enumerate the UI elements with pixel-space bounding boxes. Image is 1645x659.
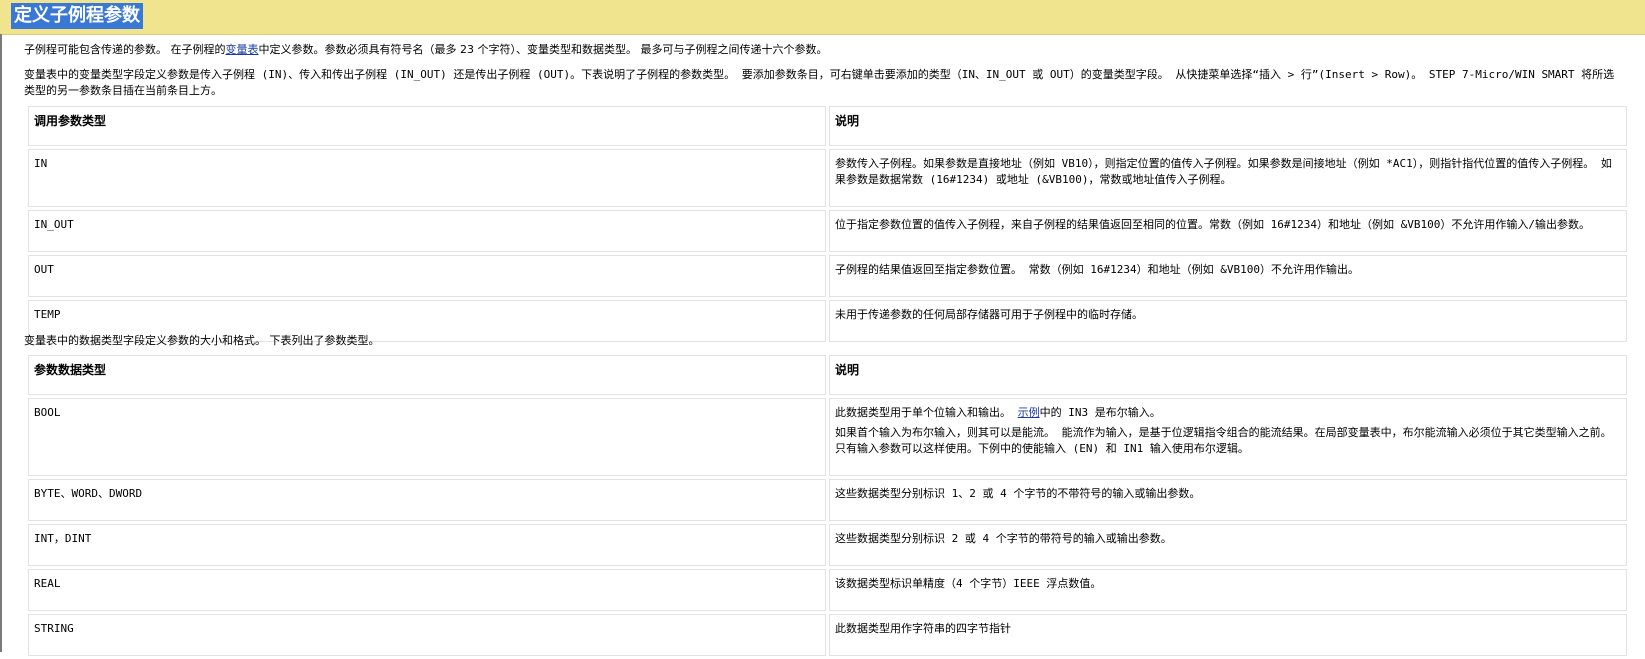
call-parameter-type-table: 调用参数类型 说明 IN 参数传入子例程。如果参数是直接地址（例如 VB10），… (25, 103, 1630, 345)
description-line: 此数据类型用于单个位输入和输出。 示例中的 IN3 是布尔输入。 (835, 405, 1621, 421)
column-header-description: 说明 (829, 106, 1627, 146)
description-text: 中的 IN3 是布尔输入。 (1039, 406, 1161, 419)
description-cell: 位于指定参数位置的值传入子例程，来自子例程的结果值返回至相同的位置。常数（例如 … (829, 210, 1627, 252)
table-row: IN 参数传入子例程。如果参数是直接地址（例如 VB10），则指定位置的值传入子… (28, 149, 1627, 207)
description-cell: 该数据类型标识单精度（4 个字节）IEEE 浮点数值。 (829, 569, 1627, 611)
page-title: 定义子例程参数 (11, 3, 143, 29)
table-header-row: 调用参数类型 说明 (28, 106, 1627, 146)
description-text: 此数据类型用于单个位输入和输出。 (835, 406, 1018, 419)
data-type-cell: REAL (28, 569, 826, 611)
table-row: INT，DINT 这些数据类型分别标识 2 或 4 个字节的带符号的输入或输出参… (28, 524, 1627, 566)
left-border (0, 34, 2, 652)
intro-text: 子例程可能包含传递的参数。 在子例程的 (24, 43, 226, 56)
description-cell: 子例程的结果值返回至指定参数位置。 常数（例如 16#1234）和地址（例如 &… (829, 255, 1627, 297)
column-header-type: 参数数据类型 (28, 355, 826, 395)
column-header-description: 说明 (829, 355, 1627, 395)
param-type-cell: OUT (28, 255, 826, 297)
page-header: 定义子例程参数 (0, 0, 1645, 35)
intro-paragraph-2: 变量表中的变量类型字段定义参数是传入子例程 (IN)、传入和传出子例程 (IN_… (24, 68, 1615, 97)
param-type-cell: IN (28, 149, 826, 207)
intro-text: 中定义参数。参数必须具有符号名（最多 23 个字符）、变量类型和数据类型。 最多… (258, 43, 828, 56)
data-type-cell: BYTE、WORD、DWORD (28, 479, 826, 521)
example-link[interactable]: 示例 (1018, 406, 1040, 419)
intro-paragraph-1: 子例程可能包含传递的参数。 在子例程的变量表中定义参数。参数必须具有符号名（最多… (24, 42, 1624, 58)
data-type-cell: BOOL (28, 398, 826, 476)
table-row: OUT 子例程的结果值返回至指定参数位置。 常数（例如 16#1234）和地址（… (28, 255, 1627, 297)
param-type-cell: IN_OUT (28, 210, 826, 252)
table-row: BOOL 此数据类型用于单个位输入和输出。 示例中的 IN3 是布尔输入。 如果… (28, 398, 1627, 476)
table-row: REAL 该数据类型标识单精度（4 个字节）IEEE 浮点数值。 (28, 569, 1627, 611)
description-cell: 此数据类型用作字符串的四字节指针 (829, 614, 1627, 656)
table-header-row: 参数数据类型 说明 (28, 355, 1627, 395)
description-line: 如果首个输入为布尔输入，则其可以是能流。 能流作为输入，是基于位逻辑指令组合的能… (835, 426, 1612, 455)
description-cell: 参数传入子例程。如果参数是直接地址（例如 VB10），则指定位置的值传入子例程。… (829, 149, 1627, 207)
data-type-cell: STRING (28, 614, 826, 656)
description-cell: 此数据类型用于单个位输入和输出。 示例中的 IN3 是布尔输入。 如果首个输入为… (829, 398, 1627, 476)
parameter-data-type-table: 参数数据类型 说明 BOOL 此数据类型用于单个位输入和输出。 示例中的 IN3… (25, 352, 1630, 659)
column-header-type: 调用参数类型 (28, 106, 826, 146)
table-row: BYTE、WORD、DWORD 这些数据类型分别标识 1、2 或 4 个字节的不… (28, 479, 1627, 521)
table-row: STRING 此数据类型用作字符串的四字节指针 (28, 614, 1627, 656)
intro-paragraph-3: 变量表中的数据类型字段定义参数的大小和格式。 下表列出了参数类型。 (24, 334, 380, 347)
description-cell: 这些数据类型分别标识 2 或 4 个字节的带符号的输入或输出参数。 (829, 524, 1627, 566)
data-type-cell: INT，DINT (28, 524, 826, 566)
table-row: IN_OUT 位于指定参数位置的值传入子例程，来自子例程的结果值返回至相同的位置… (28, 210, 1627, 252)
variable-table-link[interactable]: 变量表 (226, 43, 259, 56)
description-cell: 这些数据类型分别标识 1、2 或 4 个字节的不带符号的输入或输出参数。 (829, 479, 1627, 521)
